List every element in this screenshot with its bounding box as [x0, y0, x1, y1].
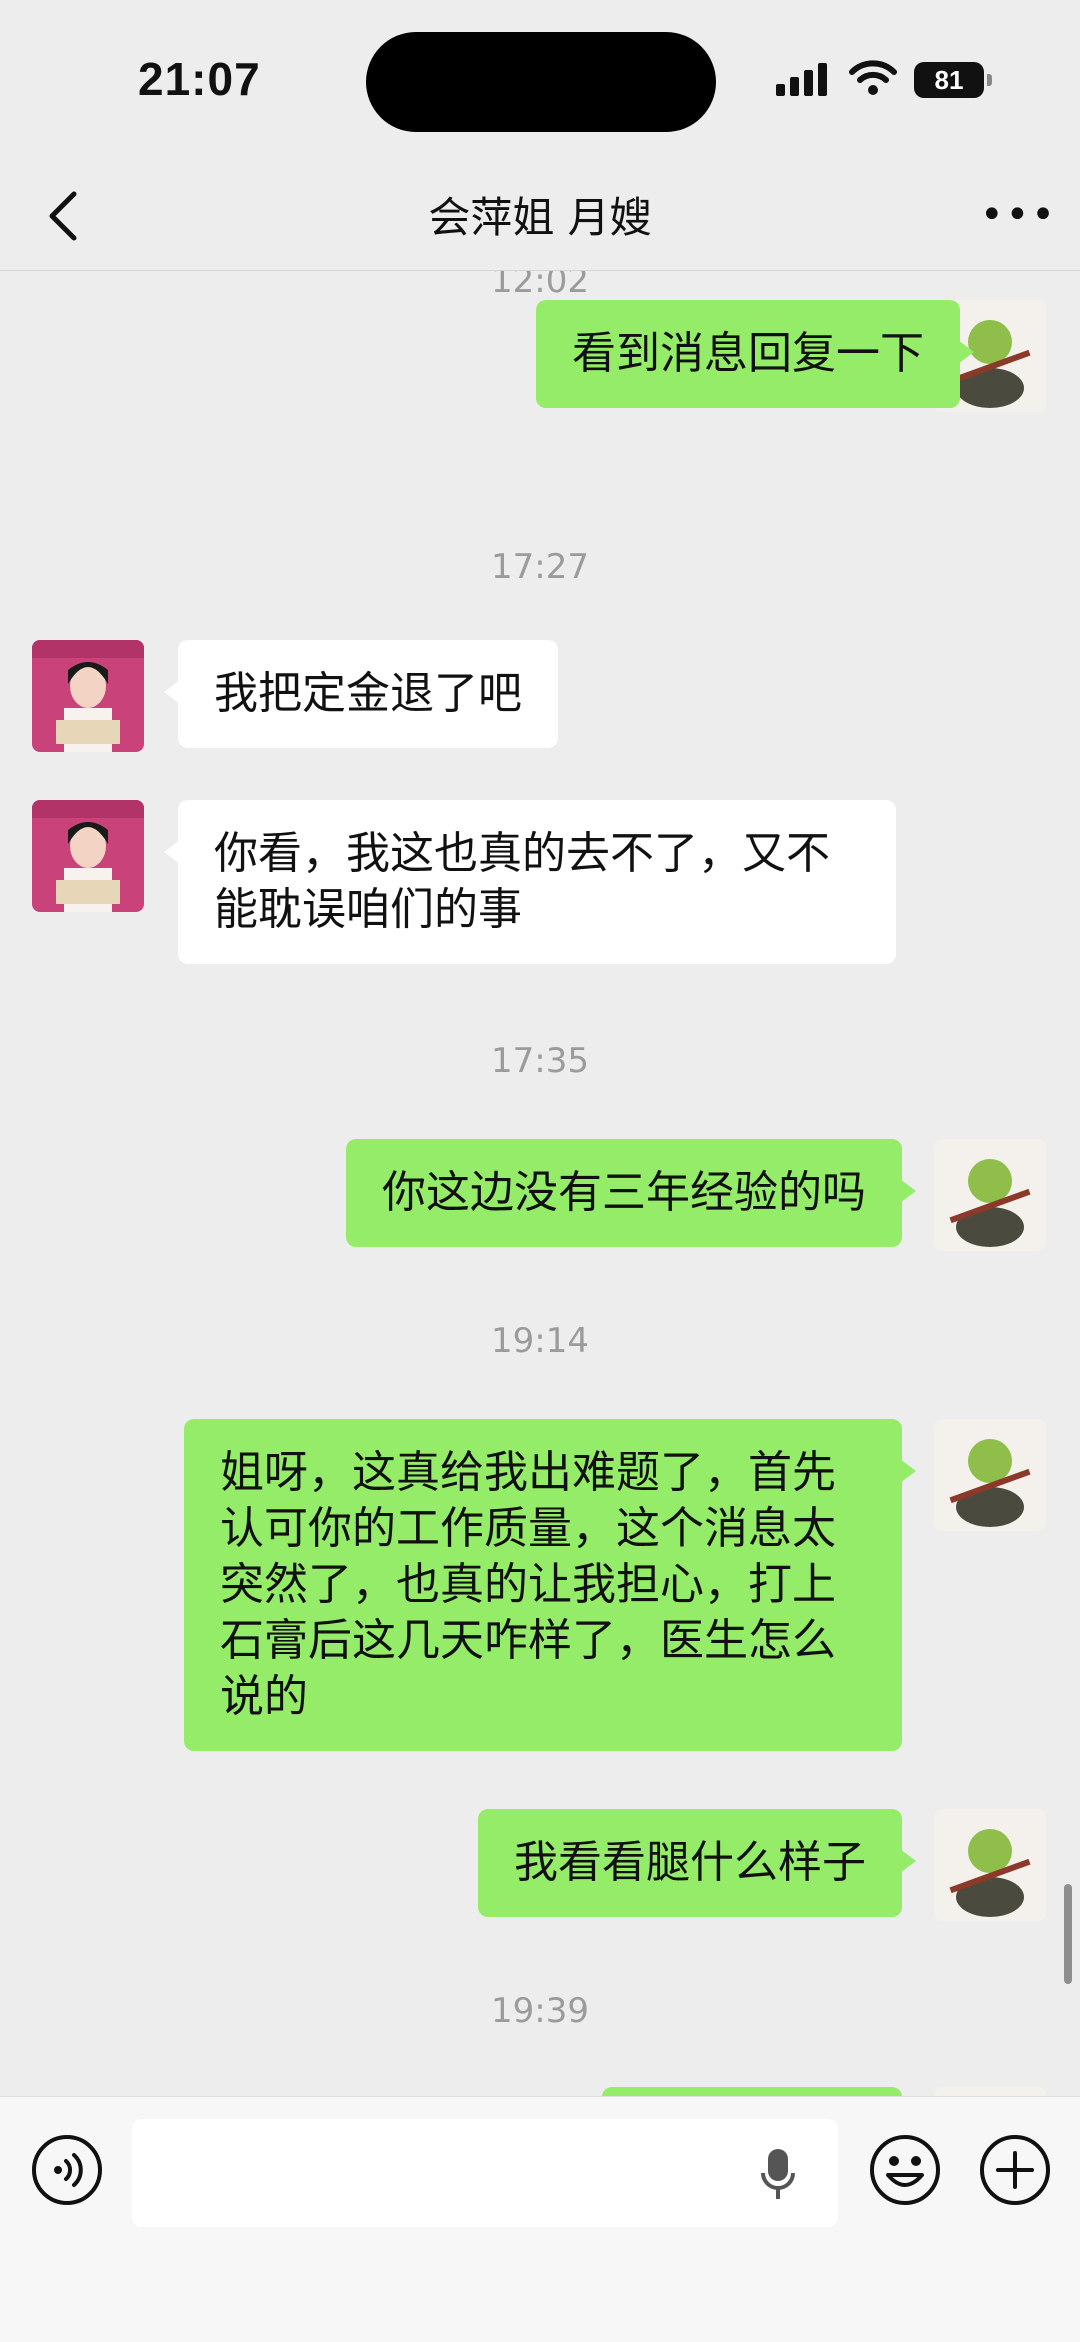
add-attachment-icon[interactable] — [978, 2133, 1052, 2207]
chat-scrollbar[interactable] — [1064, 1884, 1072, 1984]
chat-messages[interactable]: 12:02 看到消息回复一下 17:27 我把定金退了吧 你看，我这也真的去不了… — [0, 271, 1080, 2096]
message-input-bar — [0, 2096, 1080, 2342]
message-bubble-outgoing[interactable]: 姐呀，这真给我出难题了，首先认可你的工作质量，这个消息太突然了，也真的让我担心，… — [184, 1419, 916, 1751]
timestamp: 19:14 — [491, 1321, 589, 1361]
message-input[interactable] — [132, 2119, 838, 2227]
message-bubble-outgoing[interactable]: 你这边没有三年经验的吗 — [346, 1139, 916, 1247]
chat-title: 会萍姐 月嫂 — [428, 193, 652, 242]
timestamp: 17:27 — [491, 547, 589, 587]
timestamp: 19:39 — [491, 1991, 589, 2031]
message-bubble-incoming[interactable]: 你看，我这也真的去不了，又不能耽误咱们的事 — [164, 800, 896, 964]
my-avatar[interactable] — [934, 1419, 1046, 1531]
message-text: 你看，我这也真的去不了，又不能耽误咱们的事 — [214, 828, 830, 935]
emoji-icon[interactable] — [868, 2133, 942, 2207]
microphone-icon[interactable] — [760, 2147, 796, 2203]
battery-icon: 81 — [914, 62, 992, 98]
message-bubble-outgoing[interactable]: 看到消息回复一下 — [536, 300, 974, 408]
my-avatar[interactable] — [934, 2087, 1046, 2096]
my-avatar[interactable] — [934, 1809, 1046, 1921]
message-text: 我看看腿什么样子 — [514, 1837, 866, 1888]
message-text: 看到消息回复一下 — [572, 328, 924, 379]
message-text: 我把定金退了吧 — [214, 668, 522, 719]
message-text: 姐呀，这真给我出难题了，首先认可你的工作质量，这个消息太突然了，也真的让我担心，… — [220, 1447, 836, 1722]
contact-avatar[interactable] — [32, 800, 144, 912]
timestamp: 17:35 — [491, 1041, 589, 1081]
message-bubble-outgoing-partial[interactable] — [602, 2087, 902, 2096]
message-text: 你这边没有三年经验的吗 — [382, 1167, 866, 1218]
message-bubble-incoming[interactable]: 我把定金退了吧 — [164, 640, 558, 748]
contact-avatar[interactable] — [32, 640, 144, 752]
my-avatar[interactable] — [934, 1139, 1046, 1251]
cellular-signal-icon — [776, 63, 827, 96]
timestamp: 12:02 — [491, 271, 589, 301]
more-options-icon[interactable]: ••• — [980, 190, 1055, 240]
status-bar: 21:07 81 — [0, 0, 1080, 160]
wifi-icon — [849, 60, 897, 95]
status-time: 21:07 — [138, 53, 261, 105]
message-bubble-outgoing[interactable]: 我看看腿什么样子 — [478, 1809, 916, 1917]
dynamic-island — [366, 32, 716, 132]
chat-header: 会萍姐 月嫂 ••• — [0, 160, 1080, 271]
voice-input-icon[interactable] — [30, 2133, 104, 2207]
